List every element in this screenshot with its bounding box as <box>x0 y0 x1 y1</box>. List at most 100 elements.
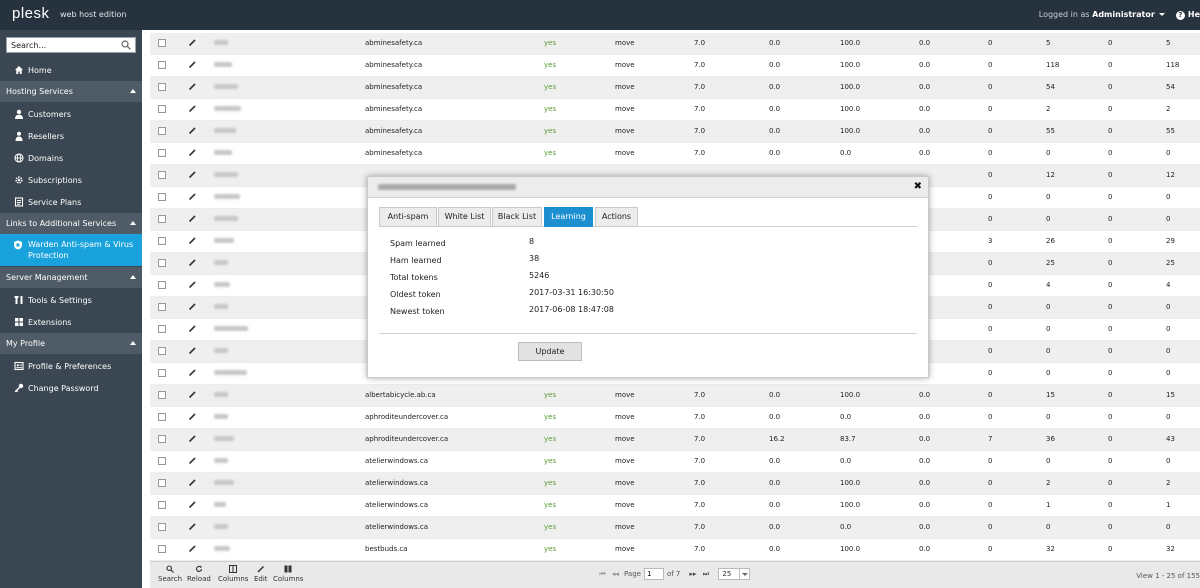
row-checkbox[interactable] <box>158 479 166 487</box>
update-button[interactable]: Update <box>518 342 582 361</box>
pencil-icon[interactable] <box>188 104 197 113</box>
tab-learning[interactable]: Learning <box>544 207 593 227</box>
user-menu[interactable]: Administrator <box>1092 10 1155 19</box>
first-page-icon[interactable]: ⏮ <box>598 570 607 579</box>
table-row[interactable]: abminesafety.ca yes move 7.0 0.0 100.0 0.0 0 5 0 5 <box>150 33 1200 55</box>
sidebar-item-customers[interactable]: Customers <box>0 103 142 125</box>
table-row[interactable]: aphroditeundercover.ca yes move 7.0 16.2 83.7… <box>150 429 1200 451</box>
pencil-icon[interactable] <box>188 390 197 399</box>
table-row[interactable]: abminesafety.ca yes move 7.0 0.0 100.0 0.0 0 55 0… <box>150 121 1200 143</box>
chevron-down-icon[interactable] <box>739 569 749 579</box>
row-checkbox[interactable] <box>158 259 166 267</box>
edit-button[interactable]: Edit <box>254 565 268 583</box>
row-checkbox[interactable] <box>158 303 166 311</box>
row-checkbox[interactable] <box>158 325 166 333</box>
row-checkbox[interactable] <box>158 281 166 289</box>
pencil-icon[interactable] <box>188 192 197 201</box>
pencil-icon[interactable] <box>188 434 197 443</box>
section-server-management[interactable]: Server Management <box>0 267 142 288</box>
sidebar-item-extensions[interactable]: Extensions <box>0 311 142 333</box>
row-checkbox[interactable] <box>158 193 166 201</box>
columns-button[interactable]: Columns <box>218 565 248 583</box>
pencil-icon[interactable] <box>188 126 197 135</box>
row-checkbox[interactable] <box>158 127 166 135</box>
tab-actions[interactable]: Actions <box>595 207 638 227</box>
row-checkbox[interactable] <box>158 523 166 531</box>
pencil-icon[interactable] <box>188 478 197 487</box>
section-hosting-services[interactable]: Hosting Services <box>0 81 142 102</box>
pencil-icon[interactable] <box>188 500 197 509</box>
sidebar-item-service-plans[interactable]: Service Plans <box>0 191 142 213</box>
search-icon[interactable] <box>121 40 131 50</box>
pencil-icon[interactable] <box>188 456 197 465</box>
section-my-profile[interactable]: My Profile <box>0 333 142 354</box>
pencil-icon[interactable] <box>188 236 197 245</box>
pencil-icon[interactable] <box>188 368 197 377</box>
search-input[interactable] <box>7 38 117 52</box>
chevron-up-icon[interactable] <box>130 275 136 279</box>
table-row[interactable]: atelierwindows.ca yes move 7.0 0.0 100.0 0.0 0 1… <box>150 495 1200 517</box>
table-row[interactable]: abminesafety.ca yes move 7.0 0.0 100.0 0.0 0 118… <box>150 55 1200 77</box>
help-icon[interactable]: ? <box>1175 11 1185 20</box>
row-checkbox[interactable] <box>158 457 166 465</box>
reload-button[interactable]: Reload <box>187 565 211 583</box>
row-checkbox[interactable] <box>158 215 166 223</box>
sidebar-item-subscriptions[interactable]: Subscriptions <box>0 169 142 191</box>
pencil-icon[interactable] <box>188 38 197 47</box>
chevron-down-icon[interactable] <box>1159 13 1166 16</box>
row-checkbox[interactable] <box>158 369 166 377</box>
sidebar-item-tools-settings[interactable]: Tools & Settings <box>0 289 142 311</box>
pencil-icon[interactable] <box>188 346 197 355</box>
table-row[interactable]: bestbuds.ca yes move 7.0 0.0 100.0 0.0 0 32 0 32 <box>150 539 1200 561</box>
pencil-icon[interactable] <box>188 412 197 421</box>
chevron-up-icon[interactable] <box>130 89 136 93</box>
page-size-select[interactable]: 25 <box>718 568 751 580</box>
table-row[interactable]: atelierwindows.ca yes move 7.0 0.0 0.0 0.0 0 0 0 0 <box>150 451 1200 473</box>
prev-page-icon[interactable]: ◂◂ <box>611 570 620 578</box>
row-checkbox[interactable] <box>158 61 166 69</box>
row-checkbox[interactable] <box>158 545 166 553</box>
close-icon[interactable]: ✖ <box>914 181 922 192</box>
row-checkbox[interactable] <box>158 149 166 157</box>
row-checkbox[interactable] <box>158 501 166 509</box>
sidebar-item-profile-preferences[interactable]: Profile & Preferences <box>0 355 142 377</box>
row-checkbox[interactable] <box>158 413 166 421</box>
pencil-icon[interactable] <box>188 258 197 267</box>
pencil-icon[interactable] <box>188 60 197 69</box>
page-input[interactable] <box>643 568 664 580</box>
sidebar-item-change-password[interactable]: Change Password <box>0 377 142 399</box>
pencil-icon[interactable] <box>188 302 197 311</box>
row-checkbox[interactable] <box>158 237 166 245</box>
row-checkbox[interactable] <box>158 347 166 355</box>
row-checkbox[interactable] <box>158 39 166 47</box>
chevron-up-icon[interactable] <box>130 221 136 225</box>
row-checkbox[interactable] <box>158 391 166 399</box>
tab-black-list[interactable]: Black List <box>492 207 542 227</box>
columns-button-2[interactable]: Columns <box>273 565 303 583</box>
sidebar-item-home[interactable]: Home <box>0 59 142 81</box>
pencil-icon[interactable] <box>188 214 197 223</box>
plesk-logo[interactable]: plesk <box>12 5 50 22</box>
row-checkbox[interactable] <box>158 435 166 443</box>
next-page-icon[interactable]: ▸▸ <box>688 570 697 578</box>
table-row[interactable]: aphroditeundercover.ca yes move 7.0 0.0 0.0 0.… <box>150 407 1200 429</box>
table-row[interactable]: abminesafety.ca yes move 7.0 0.0 100.0 0.0 0 2 0 2 <box>150 99 1200 121</box>
row-checkbox[interactable] <box>158 83 166 91</box>
table-row[interactable]: albertabicycle.ab.ca yes move 7.0 0.0 100.0 0.… <box>150 385 1200 407</box>
chevron-up-icon[interactable] <box>130 341 136 345</box>
pencil-icon[interactable] <box>188 280 197 289</box>
tab-white-list[interactable]: White List <box>438 207 491 227</box>
search-button[interactable]: Search <box>158 565 182 583</box>
sidebar-item-resellers[interactable]: Resellers <box>0 125 142 147</box>
table-row[interactable]: atelierwindows.ca yes move 7.0 0.0 0.0 0.0 0 0 0 0 <box>150 517 1200 539</box>
help-link[interactable]: He <box>1188 10 1200 19</box>
table-row[interactable]: atelierwindows.ca yes move 7.0 0.0 100.0 0.0 0 2… <box>150 473 1200 495</box>
sidebar-item-warden[interactable]: Warden Anti-spam & Virus Protection <box>0 234 142 266</box>
row-checkbox[interactable] <box>158 171 166 179</box>
pencil-icon[interactable] <box>188 148 197 157</box>
sidebar-item-domains[interactable]: Domains <box>0 147 142 169</box>
row-checkbox[interactable] <box>158 105 166 113</box>
table-row[interactable]: abminesafety.ca yes move 7.0 0.0 0.0 0.0 0 0 0 0 <box>150 143 1200 165</box>
pencil-icon[interactable] <box>188 544 197 553</box>
pencil-icon[interactable] <box>188 324 197 333</box>
